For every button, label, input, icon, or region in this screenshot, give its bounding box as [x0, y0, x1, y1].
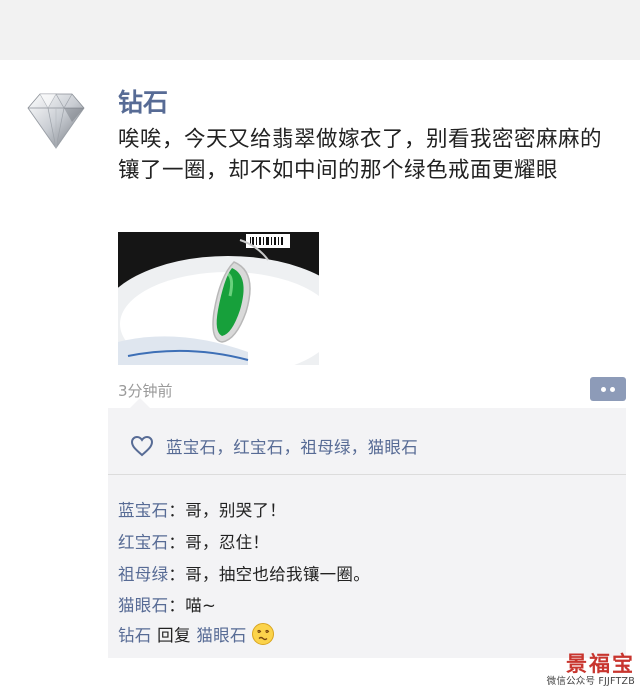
comment-author[interactable]: 猫眼石 [118, 596, 168, 615]
comment-text: 哥，抽空也给我镶一圈。 [185, 565, 371, 584]
dizzy-face-emoji-icon [251, 623, 274, 645]
more-actions-button[interactable] [590, 377, 626, 401]
jade-pendant-photo[interactable] [118, 232, 319, 365]
comment-separator: ： [168, 501, 186, 520]
dot-icon [601, 386, 606, 392]
panel-caret [130, 398, 150, 408]
comment-item[interactable]: 蓝宝石：哥，别哭了！ [118, 497, 286, 521]
reply-author[interactable]: 钻石 [118, 626, 152, 645]
reply-target[interactable]: 猫眼石 [196, 626, 246, 645]
diamond-icon[interactable] [14, 82, 98, 156]
post-author-name[interactable]: 钻石 [118, 83, 168, 119]
comment-item[interactable]: 猫眼石：喵~ [118, 592, 216, 616]
heart-outline-icon [130, 435, 154, 457]
likes-row: 蓝宝石，红宝石，祖母绿，猫眼石 [130, 433, 418, 459]
likes-comments-panel: 蓝宝石，红宝石，祖母绿，猫眼石 蓝宝石：哥，别哭了！ 红宝石：哥，忍住！ 祖母绿… [108, 398, 626, 658]
comment-author[interactable]: 蓝宝石 [118, 501, 168, 520]
reply-verb: 回复 [151, 626, 197, 645]
divider [108, 474, 626, 475]
comment-item[interactable]: 祖母绿：哥，抽空也给我镶一圈。 [118, 561, 370, 585]
watermark-title: 景福宝 [566, 651, 635, 676]
watermark-logo: 景福宝 微信公众号 FJJFTZB [531, 652, 635, 692]
comment-separator: ： [168, 565, 186, 584]
liker-names[interactable]: 蓝宝石，红宝石，祖母绿，猫眼石 [166, 434, 418, 458]
post-content-text: 唉唉，今天又给翡翠做嫁衣了，别看我密密麻麻的镶了一圈，却不如中间的那个绿色戒面更… [118, 127, 603, 183]
comment-author[interactable]: 祖母绿 [118, 565, 168, 584]
top-blank-area [0, 0, 640, 60]
watermark-subtitle: 微信公众号 FJJFTZB [546, 676, 635, 687]
reply-comment-item[interactable]: 钻石 回复 猫眼石 [118, 622, 275, 646]
comment-item[interactable]: 红宝石：哥，忍住！ [118, 529, 269, 553]
comment-separator: ： [168, 533, 186, 552]
comment-text: 喵~ [185, 596, 217, 615]
dot-icon [610, 386, 615, 392]
comment-text: 哥，别哭了！ [185, 501, 287, 520]
comment-author[interactable]: 红宝石 [118, 533, 168, 552]
comment-text: 哥，忍住！ [185, 533, 270, 552]
comment-separator: ： [168, 596, 186, 615]
